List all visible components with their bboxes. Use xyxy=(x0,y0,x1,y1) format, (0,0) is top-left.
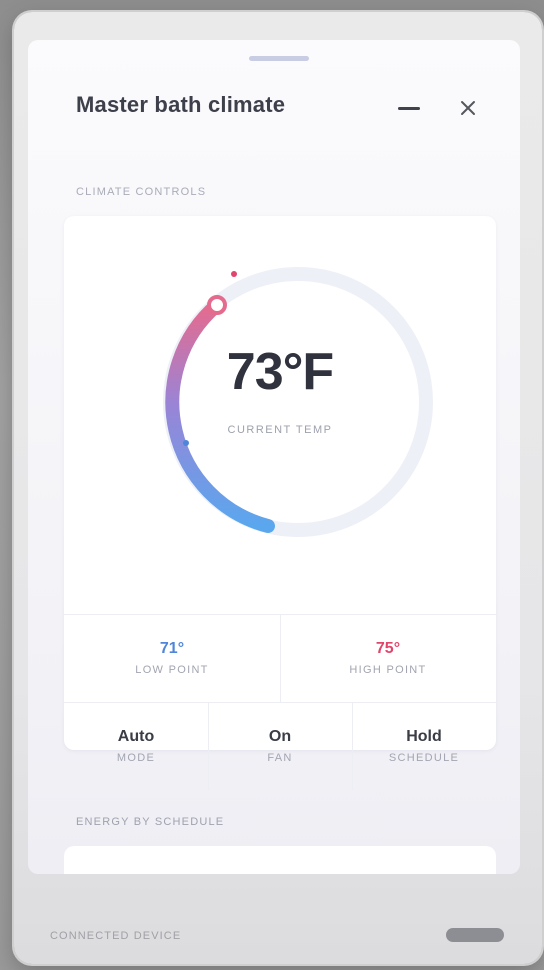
schedule-label: SCHEDULE xyxy=(388,752,460,764)
minimize-icon xyxy=(398,106,420,110)
temperature-dial[interactable] xyxy=(148,252,448,552)
section-label-energy: ENERGY BY SCHEDULE xyxy=(76,816,225,828)
close-button[interactable] xyxy=(454,94,482,122)
low-point-value: 71° xyxy=(159,640,185,657)
section-label-climate: CLIMATE CONTROLS xyxy=(76,186,207,198)
mode-label: MODE xyxy=(116,752,156,764)
schedule-value: Hold xyxy=(406,728,442,745)
fan-value: On xyxy=(268,728,292,745)
high-marker-dot xyxy=(231,271,237,277)
mode-value: Auto xyxy=(117,728,155,745)
high-point-setpoint[interactable]: 75° HIGH POINT xyxy=(280,614,496,702)
fan-label: FAN xyxy=(267,752,293,764)
high-point-label: HIGH POINT xyxy=(349,664,427,676)
home-indicator[interactable] xyxy=(446,928,504,942)
footer-label: CONNECTED DEVICE xyxy=(50,930,182,942)
dial-active-arc xyxy=(165,298,275,533)
current-temp-caption: CURRENT TEMP xyxy=(227,424,333,436)
close-icon xyxy=(461,101,475,115)
current-temperature: 73°F xyxy=(226,343,334,401)
low-point-label: LOW POINT xyxy=(135,664,209,676)
fan-control[interactable]: On FAN xyxy=(208,702,352,790)
thermostat-card: 73°F CURRENT TEMP 71° LOW POINT 75° HIGH… xyxy=(64,216,496,790)
low-marker-dot xyxy=(183,440,189,446)
low-point-setpoint[interactable]: 71° LOW POINT xyxy=(64,614,280,702)
drag-handle[interactable] xyxy=(249,56,309,61)
energy-card xyxy=(64,846,496,874)
schedule-control[interactable]: Hold SCHEDULE xyxy=(352,702,496,790)
minimize-button[interactable] xyxy=(394,96,424,120)
mode-control[interactable]: Auto MODE xyxy=(64,702,208,790)
panel-title: Master bath climate xyxy=(76,92,286,117)
high-point-value: 75° xyxy=(375,640,401,657)
dial-thumb[interactable] xyxy=(207,295,227,315)
climate-panel: Master bath climate CLIMATE CONTROLS 73°… xyxy=(28,40,520,874)
